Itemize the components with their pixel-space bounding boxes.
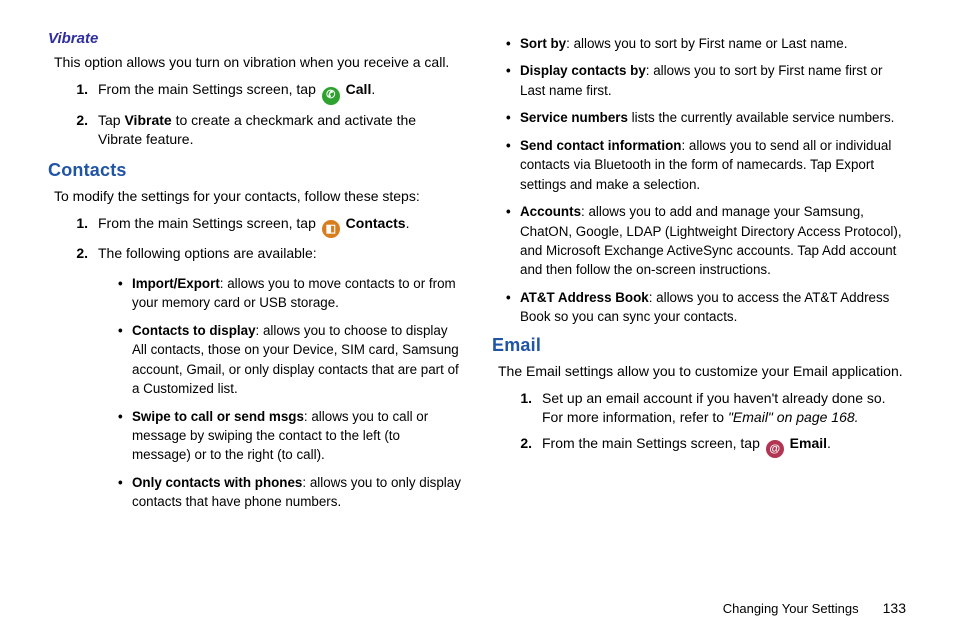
list-item: • Swipe to call or send msgs: allows you… <box>98 407 462 465</box>
step-number: 2. <box>48 111 98 150</box>
email-icon: @ <box>766 440 784 458</box>
page-footer: Changing Your Settings 133 <box>48 590 906 616</box>
list-item: • Contacts to display: allows you to cho… <box>98 321 462 399</box>
step-text: Set up an email account if you haven't a… <box>542 389 906 428</box>
contacts-options-right: • Sort by: allows you to sort by First n… <box>506 34 906 327</box>
email-steps: 1. Set up an email account if you haven'… <box>492 389 906 459</box>
step-number: 2. <box>492 434 542 459</box>
list-item: 1. Set up an email account if you haven'… <box>492 389 906 428</box>
email-intro: The Email settings allow you to customiz… <box>498 362 906 381</box>
list-item: • Service numbers lists the currently av… <box>506 108 906 127</box>
left-column: Vibrate This option allows you turn on v… <box>48 30 462 590</box>
list-item: • Only contacts with phones: allows you … <box>98 473 462 512</box>
list-item: 1. From the main Settings screen, tap ✆ … <box>48 80 462 105</box>
step-number: 1. <box>492 389 542 428</box>
page-number: 133 <box>883 600 906 616</box>
email-heading: Email <box>492 335 906 356</box>
list-item: • Sort by: allows you to sort by First n… <box>506 34 906 53</box>
document-page: Vibrate This option allows you turn on v… <box>0 0 954 636</box>
list-item: • Send contact information: allows you t… <box>506 136 906 194</box>
vibrate-steps: 1. From the main Settings screen, tap ✆ … <box>48 80 462 150</box>
step-number: 1. <box>48 80 98 105</box>
list-item: • Accounts: allows you to add and manage… <box>506 202 906 280</box>
contacts-options-left: • Import/Export: allows you to move cont… <box>98 274 462 512</box>
contacts-steps: 1. From the main Settings screen, tap ◧ … <box>48 214 462 264</box>
phone-icon: ✆ <box>322 87 340 105</box>
step-text: From the main Settings screen, tap @ Ema… <box>542 434 906 459</box>
step-text: Tap Vibrate to create a checkmark and ac… <box>98 111 462 150</box>
list-item: • Import/Export: allows you to move cont… <box>98 274 462 313</box>
list-item: • AT&T Address Book: allows you to acces… <box>506 288 906 327</box>
list-item: 2. The following options are available: <box>48 244 462 264</box>
vibrate-heading: Vibrate <box>48 30 462 47</box>
footer-section: Changing Your Settings <box>723 601 859 616</box>
two-column-layout: Vibrate This option allows you turn on v… <box>48 30 906 590</box>
vibrate-intro: This option allows you turn on vibration… <box>54 53 462 72</box>
step-number: 2. <box>48 244 98 264</box>
right-column: • Sort by: allows you to sort by First n… <box>492 30 906 590</box>
step-text: The following options are available: <box>98 244 462 264</box>
list-item: • Display contacts by: allows you to sor… <box>506 61 906 100</box>
step-text: From the main Settings screen, tap ✆ Cal… <box>98 80 462 105</box>
list-item: 2. From the main Settings screen, tap @ … <box>492 434 906 459</box>
step-text: From the main Settings screen, tap ◧ Con… <box>98 214 462 239</box>
contacts-intro: To modify the settings for your contacts… <box>54 187 462 206</box>
list-item: 2. Tap Vibrate to create a checkmark and… <box>48 111 462 150</box>
step-number: 1. <box>48 214 98 239</box>
contacts-heading: Contacts <box>48 160 462 181</box>
contacts-icon: ◧ <box>322 220 340 238</box>
list-item: 1. From the main Settings screen, tap ◧ … <box>48 214 462 239</box>
